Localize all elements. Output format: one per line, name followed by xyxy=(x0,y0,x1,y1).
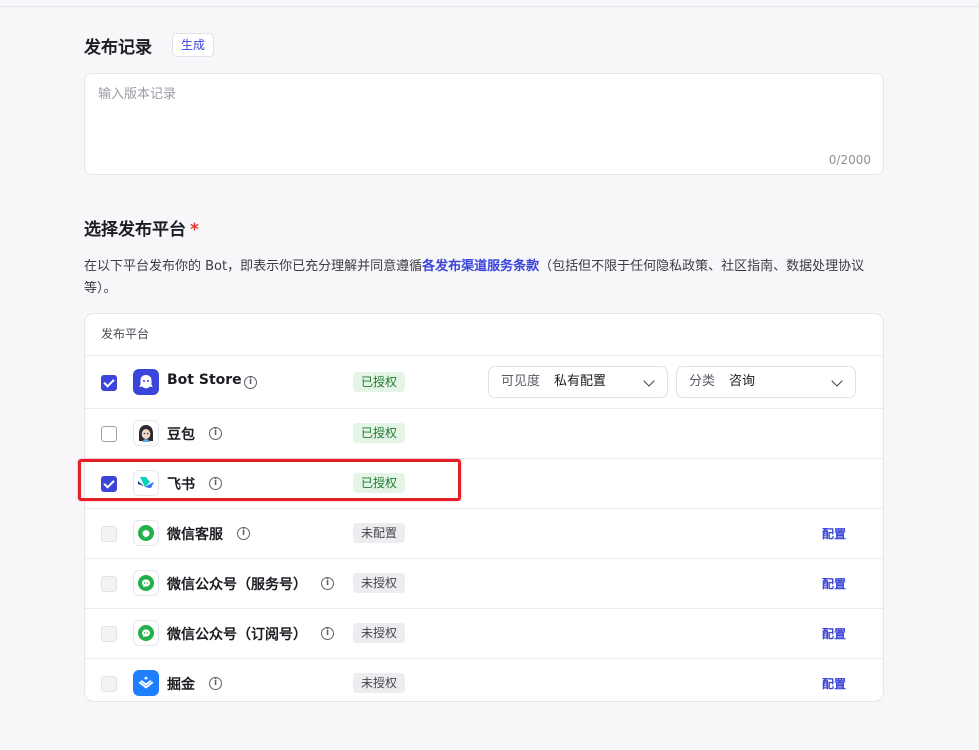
required-mark: * xyxy=(190,220,199,240)
info-icon[interactable]: i xyxy=(321,577,334,590)
platform-row-bot-store: Bot Store i 已授权 可见度 私有配置 分类 咨询 xyxy=(85,356,883,409)
category-label: 分类 xyxy=(689,374,716,389)
visibility-label: 可见度 xyxy=(501,374,541,389)
doubao-icon xyxy=(133,420,159,446)
chevron-down-icon xyxy=(831,375,843,387)
doubao-checkbox[interactable] xyxy=(101,426,117,442)
visibility-value: 私有配置 xyxy=(554,374,607,389)
bot-store-icon xyxy=(133,369,159,395)
configure-button[interactable]: 配置 xyxy=(822,575,846,592)
highlight-box xyxy=(78,459,461,501)
visibility-select[interactable]: 可见度 私有配置 xyxy=(488,366,668,398)
status-badge: 未授权 xyxy=(353,573,406,593)
platform-section-title: 选择发布平台 * xyxy=(84,215,199,240)
info-icon[interactable]: i xyxy=(321,627,334,640)
platform-name: 微信公众号（服务号） xyxy=(167,577,307,593)
platform-row-wechat-official-service: 微信公众号（服务号） i 未授权 配置 xyxy=(85,559,883,609)
platform-row-wechat-service: 微信客服 i 未配置 配置 xyxy=(85,509,883,559)
juejin-checkbox[interactable] xyxy=(101,676,117,692)
info-icon[interactable]: i xyxy=(209,427,222,440)
character-counter: 0/2000 xyxy=(828,153,871,167)
top-divider xyxy=(0,0,979,7)
category-value: 咨询 xyxy=(729,374,756,389)
platform-name: 微信客服 xyxy=(167,527,223,543)
generate-button[interactable]: 生成 xyxy=(172,33,215,57)
status-badge: 已授权 xyxy=(353,423,406,443)
info-icon[interactable]: i xyxy=(244,376,257,389)
platform-row-wechat-official-subscription: 微信公众号（订阅号） i 未授权 配置 xyxy=(85,609,883,659)
release-notes-title: 发布记录 xyxy=(84,38,152,58)
platform-name: Bot Store xyxy=(167,372,242,388)
status-badge: 未授权 xyxy=(353,623,406,643)
status-badge: 已授权 xyxy=(353,372,406,392)
terms-text-before: 在以下平台发布你的 Bot，即表示你已充分理解并同意遵循 xyxy=(84,259,423,274)
terms-description: 在以下平台发布你的 Bot，即表示你已充分理解并同意遵循各发布渠道服务条款（包括… xyxy=(84,256,884,300)
bot-store-checkbox[interactable] xyxy=(101,375,117,391)
platform-name: 豆包 xyxy=(167,427,195,443)
wechat-official-service-checkbox[interactable] xyxy=(101,576,117,592)
info-icon[interactable]: i xyxy=(237,527,250,540)
info-icon[interactable]: i xyxy=(209,677,222,690)
configure-button[interactable]: 配置 xyxy=(822,525,846,542)
release-notes-placeholder: 输入版本记录 xyxy=(98,87,177,102)
platform-title-text: 选择发布平台 xyxy=(84,220,186,240)
juejin-icon xyxy=(133,670,159,696)
category-select[interactable]: 分类 咨询 xyxy=(676,366,856,398)
table-header: 发布平台 xyxy=(85,314,883,356)
wechat-icon xyxy=(133,520,159,546)
wechat-icon xyxy=(133,620,159,646)
wechat-service-checkbox[interactable] xyxy=(101,526,117,542)
wechat-official-subscription-checkbox[interactable] xyxy=(101,626,117,642)
platform-name: 掘金 xyxy=(167,677,195,693)
status-badge: 未授权 xyxy=(353,673,406,693)
release-notes-textarea[interactable]: 输入版本记录 0/2000 xyxy=(84,73,884,175)
configure-button[interactable]: 配置 xyxy=(822,675,846,692)
configure-button[interactable]: 配置 xyxy=(822,625,846,642)
wechat-icon xyxy=(133,570,159,596)
status-badge: 未配置 xyxy=(353,523,406,543)
platform-row-juejin: 掘金 i 未授权 配置 xyxy=(85,659,883,701)
platform-name: 微信公众号（订阅号） xyxy=(167,627,307,643)
platform-row-doubao: 豆包 i 已授权 xyxy=(85,409,883,459)
platform-table: 发布平台 Bot Store i 已授权 可见度 私有配置 分类 咨询 豆包 i… xyxy=(84,313,884,702)
service-terms-link[interactable]: 各发布渠道服务条款 xyxy=(422,259,539,274)
chevron-down-icon xyxy=(643,375,655,387)
